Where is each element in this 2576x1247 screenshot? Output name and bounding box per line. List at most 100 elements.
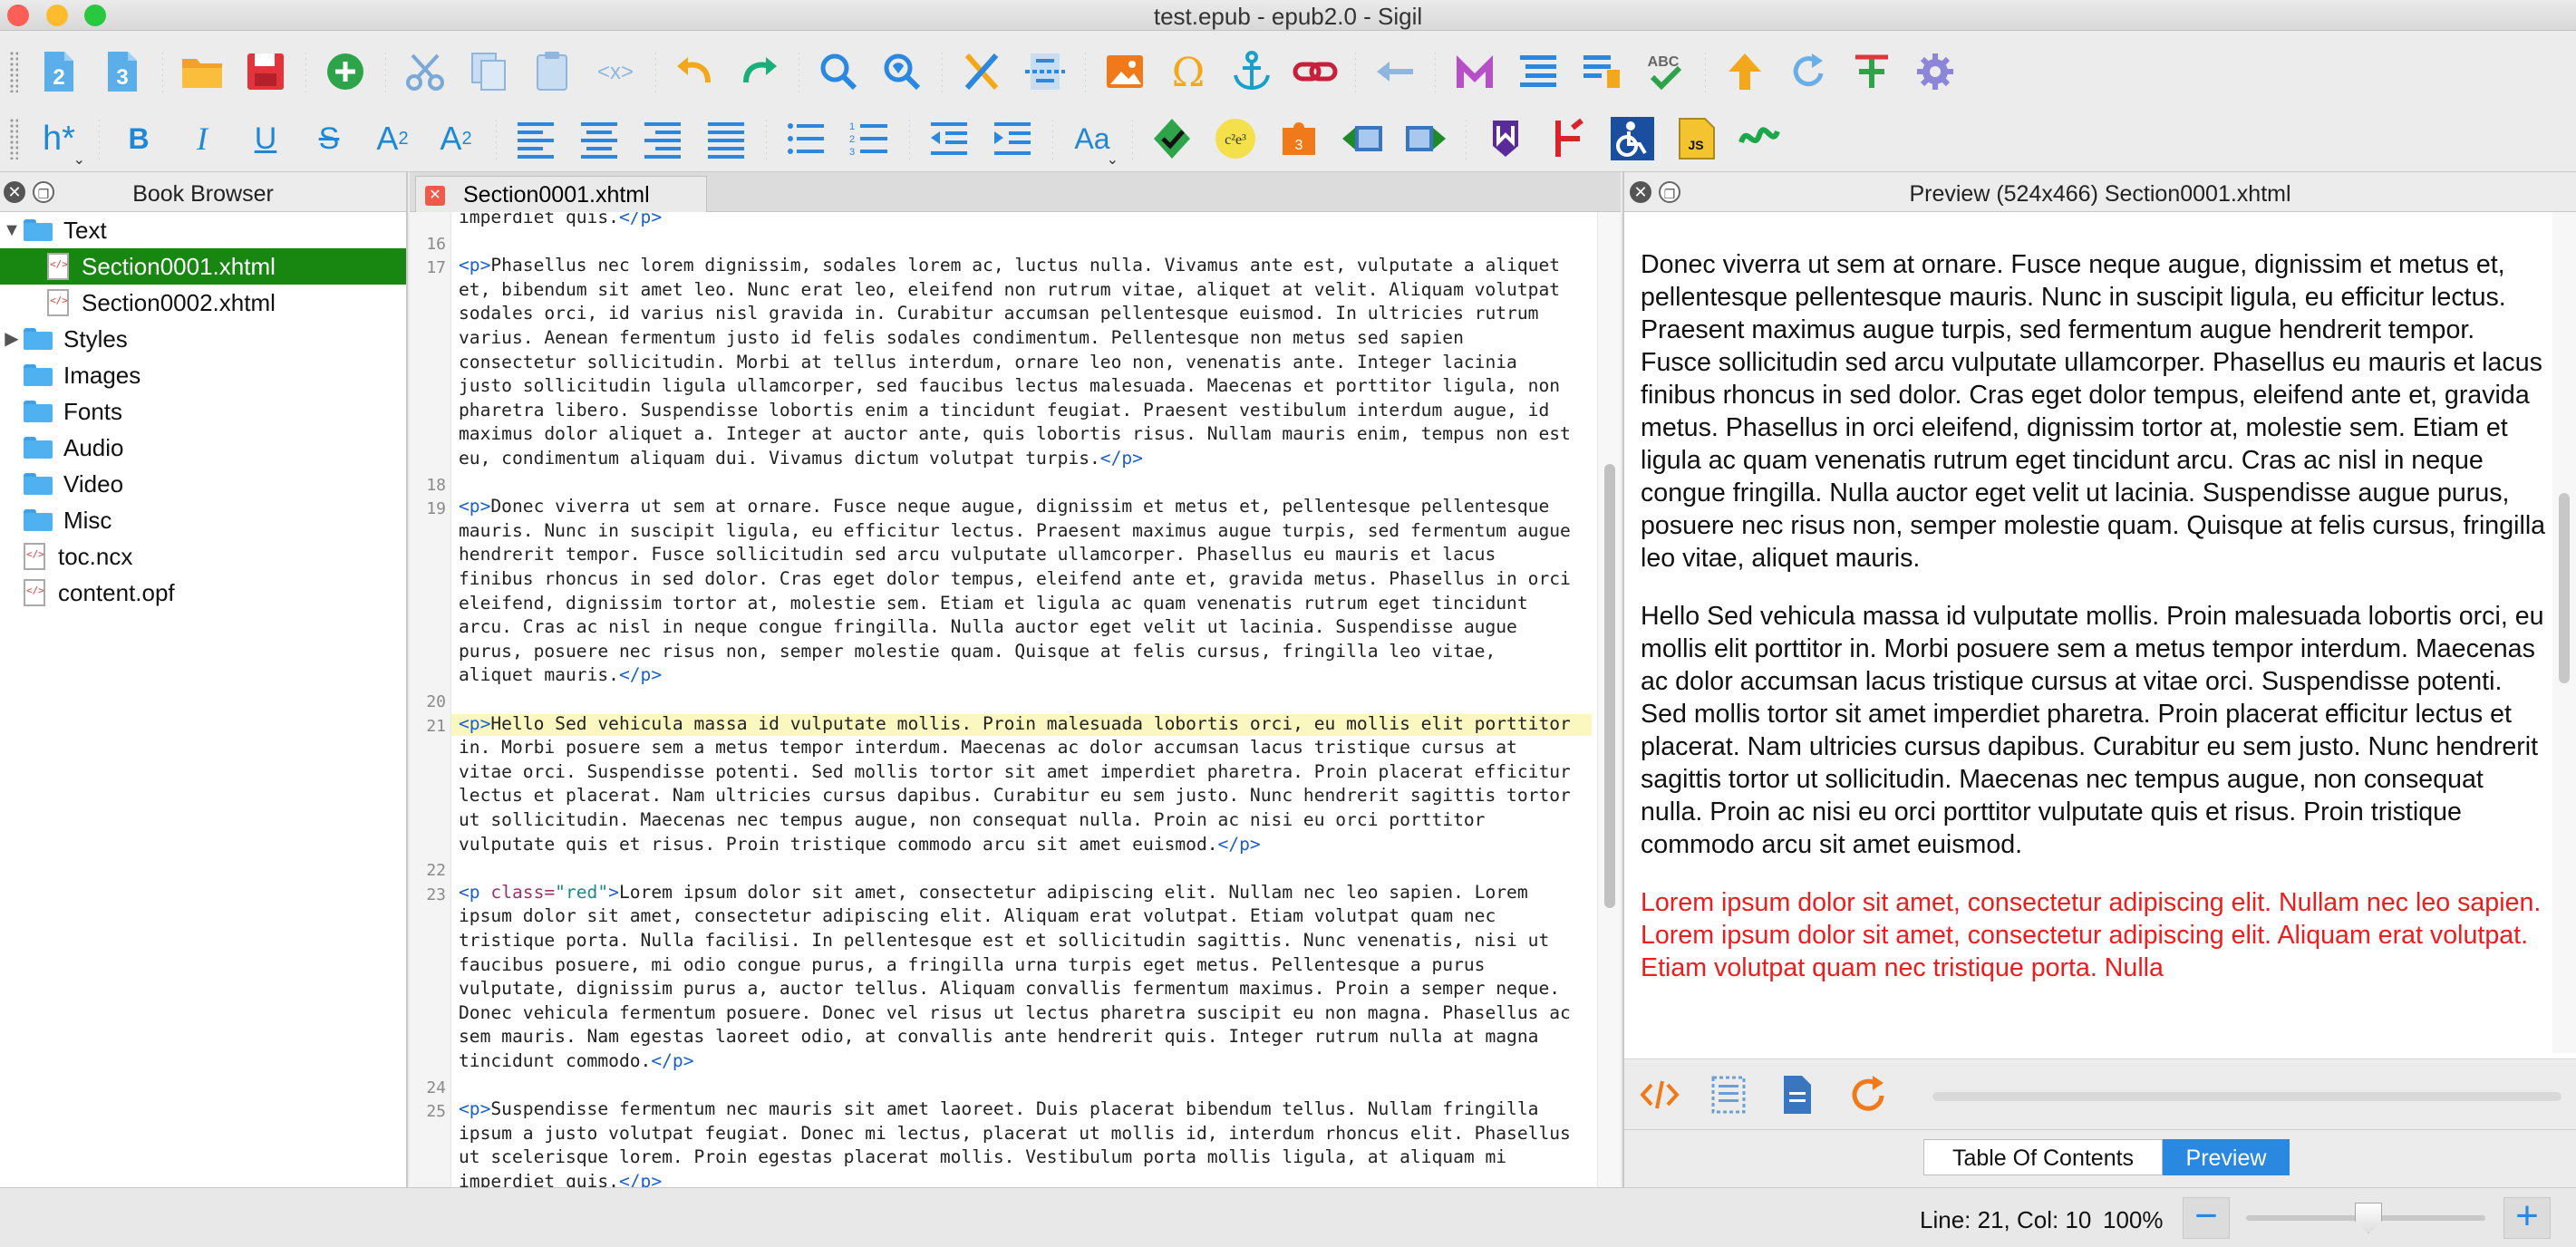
cut-icon[interactable]: [393, 44, 457, 100]
heading-button[interactable]: h* ⌄: [27, 111, 91, 169]
zoom-in-button[interactable]: +: [2503, 1196, 2551, 1239]
scribble-icon[interactable]: [1728, 111, 1791, 167]
tab-preview[interactable]: Preview: [2163, 1139, 2290, 1175]
anchor-icon[interactable]: [1220, 44, 1283, 100]
code-line[interactable]: eleifend, dignissim tortor at, molestie …: [459, 593, 1592, 614]
save-icon[interactable]: [234, 44, 297, 100]
code-line[interactable]: pharetra libero. Suspendisse lobortis en…: [459, 400, 1592, 421]
tab-table-of-contents[interactable]: Table Of Contents: [1923, 1139, 2163, 1175]
code-line[interactable]: ut scelerisque lorem. Proin egestas plac…: [459, 1146, 1592, 1168]
code-line[interactable]: vitae orci. Suspendisse potenti. Sed mol…: [459, 761, 1592, 783]
tree-item[interactable]: ▼ Text: [0, 212, 406, 248]
code-line[interactable]: <p>Hello Sed vehicula massa id vulputate…: [459, 713, 1592, 735]
editor-scrollbar[interactable]: [1597, 212, 1621, 1187]
code-line[interactable]: faucibus posuere, mi odio congue purus, …: [459, 954, 1592, 976]
collapse-arrow-icon[interactable]: ▼: [0, 212, 24, 248]
superscript-button[interactable]: A2: [424, 111, 488, 167]
align-justify-icon[interactable]: [694, 111, 758, 167]
tab-section0001[interactable]: ✕ Section0001.xhtml: [415, 176, 707, 212]
inspect-icon[interactable]: [1706, 1072, 1751, 1117]
code-line[interactable]: et, bibendum sit amet leo. Nunc erat leo…: [459, 279, 1592, 301]
zoom-slider-thumb[interactable]: [2355, 1203, 2382, 1233]
code-line[interactable]: vulputate quis et risus. Proin tristique…: [459, 834, 1592, 856]
insert-icon[interactable]: [1840, 44, 1903, 100]
js-icon[interactable]: JS: [1664, 111, 1728, 167]
tree-item[interactable]: Audio: [0, 430, 406, 466]
new-epub2-icon[interactable]: 2: [27, 44, 91, 100]
subscript-button[interactable]: A2: [361, 111, 424, 167]
insert-image-icon[interactable]: [1093, 44, 1157, 100]
copy-selection-icon[interactable]: [1394, 111, 1457, 167]
tree-item[interactable]: toc.ncx: [0, 538, 406, 575]
code-line[interactable]: justo sollicitudin ligula ullamcorper, s…: [459, 375, 1592, 397]
outdent-icon[interactable]: [917, 111, 981, 167]
settings-gear-icon[interactable]: [1903, 44, 1967, 100]
refresh-icon[interactable]: [1845, 1072, 1891, 1117]
bullet-list-icon[interactable]: [774, 111, 838, 167]
code-line[interactable]: mauris. Nunc in suscipit ligula, eu effi…: [459, 520, 1592, 542]
redo-icon[interactable]: [727, 44, 790, 100]
link-icon[interactable]: [1283, 44, 1347, 100]
metadata-icon[interactable]: [1443, 44, 1506, 100]
code-line[interactable]: imperdiet quis.</p>: [459, 1171, 1592, 1187]
zoom-out-button[interactable]: −: [2183, 1196, 2230, 1239]
code-line[interactable]: sodales orci, id varius nisl gravida in.…: [459, 303, 1592, 324]
code-line[interactable]: imperdiet quis.</p>: [459, 212, 1592, 228]
tree-item[interactable]: Misc: [0, 502, 406, 538]
tree-item[interactable]: Video: [0, 466, 406, 502]
open-folder-icon[interactable]: [170, 44, 234, 100]
brand-b-icon[interactable]: [1537, 111, 1601, 167]
well-formed-check-icon[interactable]: [1140, 111, 1204, 167]
find-replace-icon[interactable]: [870, 44, 934, 100]
expand-arrow-icon[interactable]: ▶: [0, 321, 24, 357]
code-line[interactable]: Donec vehicula fermentum posuere. Donec …: [459, 1002, 1592, 1024]
tree-item[interactable]: Fonts: [0, 393, 406, 430]
copy-page-icon[interactable]: [1775, 1072, 1820, 1117]
code-line[interactable]: ipsum a justo volutpat feugiat. Donec mi…: [459, 1123, 1592, 1145]
code-line[interactable]: aliquet mauris.</p>: [459, 664, 1592, 686]
undo-icon[interactable]: [663, 44, 727, 100]
copy-book-icon[interactable]: [1331, 111, 1394, 167]
tree-item[interactable]: content.opf: [0, 575, 406, 611]
up-icon[interactable]: [1713, 44, 1777, 100]
tree-item[interactable]: Section0001.xhtml: [0, 248, 406, 285]
indent-icon[interactable]: [981, 111, 1044, 167]
math-icon[interactable]: c²e³: [1204, 111, 1267, 167]
code-line[interactable]: <p>Suspendisse fermentum nec mauris sit …: [459, 1098, 1592, 1120]
toc-icon[interactable]: [1506, 44, 1570, 100]
code-line[interactable]: vulputate, dignissim purus a, auctor tel…: [459, 978, 1592, 1000]
preview-scrollbar[interactable]: [2552, 212, 2576, 1053]
code-editor[interactable]: 161718192021222324252627 imperdiet quis.…: [410, 212, 1621, 1187]
underline-button[interactable]: U: [234, 111, 297, 167]
add-file-icon[interactable]: [314, 44, 377, 100]
close-tab-icon[interactable]: ✕: [425, 186, 445, 206]
code-line[interactable]: tristique porta. Nulla facilisi. In pell…: [459, 930, 1592, 952]
code-line[interactable]: ipsum dolor sit amet, consectetur adipis…: [459, 905, 1592, 927]
accessibility-icon[interactable]: [1601, 111, 1664, 167]
code-line[interactable]: <p>Phasellus nec lorem dignissim, sodale…: [459, 255, 1592, 276]
code-line[interactable]: <p>Donec viverra ut sem at ornare. Fusce…: [459, 496, 1592, 517]
spellcheck-scissors-icon[interactable]: [950, 44, 1013, 100]
code-line[interactable]: hendrerit tempor. Fusce sollicitudin sed…: [459, 544, 1592, 566]
plugin-icon[interactable]: 3: [1267, 111, 1331, 167]
align-center-icon[interactable]: [567, 111, 631, 167]
align-right-icon[interactable]: [631, 111, 694, 167]
tree-item[interactable]: ▶ Styles: [0, 321, 406, 357]
split-icon[interactable]: [1013, 44, 1077, 100]
code-view-icon[interactable]: [1637, 1072, 1682, 1117]
editor-scroll-thumb[interactable]: [1604, 464, 1615, 908]
copy-icon[interactable]: [457, 44, 520, 100]
reload-icon[interactable]: [1777, 44, 1840, 100]
text-case-button[interactable]: Aa ⌄: [1060, 111, 1124, 169]
code-line[interactable]: eu, condimentum aliquam dui. Vivamus dic…: [459, 448, 1592, 469]
brand-icon[interactable]: [1474, 111, 1537, 167]
spellcheck-icon[interactable]: ABC: [1633, 44, 1697, 100]
code-line[interactable]: finibus rhoncus in sed dolor. Cras eget …: [459, 568, 1592, 590]
code-line[interactable]: ut sollicitudin. Maecenas nec tempus aug…: [459, 809, 1592, 831]
tree-item[interactable]: Images: [0, 357, 406, 393]
code-line[interactable]: sem mauris. Nam egestas laoreet odio, at…: [459, 1026, 1592, 1048]
strikethrough-button[interactable]: S: [297, 111, 361, 167]
toolbar-grip[interactable]: [9, 51, 18, 92]
special-char-icon[interactable]: Ω: [1157, 44, 1220, 100]
italic-button[interactable]: I: [170, 111, 234, 167]
